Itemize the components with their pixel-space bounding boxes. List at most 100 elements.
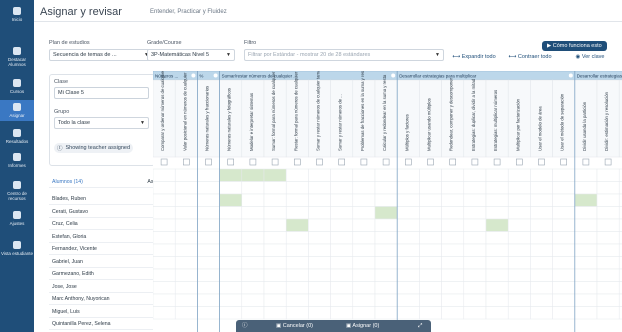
grid-cell[interactable]	[374, 293, 398, 307]
sidebar-item-7[interactable]: Ajustes	[0, 208, 34, 229]
grid-cell[interactable]	[308, 306, 331, 320]
grid-cell[interactable]	[263, 256, 287, 270]
grid-cell[interactable]	[330, 281, 354, 295]
grid-cell[interactable]	[463, 218, 487, 232]
column-checkbox[interactable]	[493, 158, 501, 166]
grid-cell[interactable]	[596, 193, 620, 207]
column-checkbox[interactable]	[205, 158, 212, 166]
grid-cell[interactable]	[507, 243, 531, 257]
column-checkbox[interactable]	[160, 158, 168, 166]
column-checkbox[interactable]	[294, 158, 301, 166]
column-checkbox[interactable]	[249, 158, 257, 166]
grid-cell[interactable]	[174, 193, 198, 207]
grid-cell[interactable]	[374, 268, 398, 282]
grid-cell[interactable]	[530, 206, 553, 220]
grid-cell[interactable]	[219, 193, 243, 207]
grid-cell[interactable]	[352, 293, 376, 307]
grade-select[interactable]: 3P-Matemáticas Nivel 5 ▼	[147, 49, 235, 61]
grid-cell[interactable]	[507, 268, 531, 282]
grid-cell[interactable]	[441, 218, 465, 232]
grid-cell[interactable]	[419, 206, 442, 220]
grid-cell[interactable]	[308, 281, 331, 295]
grid-cell[interactable]	[441, 193, 465, 207]
grid-cell[interactable]	[574, 256, 598, 270]
grid-cell[interactable]	[308, 231, 331, 245]
grid-cell[interactable]	[441, 168, 465, 182]
grid-cell[interactable]	[308, 218, 331, 232]
grid-cell[interactable]	[352, 281, 376, 295]
grid-cell[interactable]	[153, 231, 176, 245]
grid-cell[interactable]	[441, 231, 465, 245]
grid-cell[interactable]	[507, 206, 531, 220]
teacher-assigned-toggle[interactable]: ⓣ Showing teacher assigned	[54, 143, 134, 153]
expand-icon[interactable]	[568, 73, 573, 78]
grid-cell[interactable]	[174, 268, 198, 282]
grid-cell[interactable]	[463, 256, 487, 270]
grid-cell[interactable]	[507, 231, 531, 245]
sidebar-item-4[interactable]: Resultados	[0, 126, 34, 147]
grid-cell[interactable]	[330, 231, 354, 245]
grid-cell[interactable]	[574, 293, 598, 307]
cancel-button[interactable]: ▣ Cancelar (0)	[276, 320, 313, 332]
grid-cell[interactable]	[263, 206, 287, 220]
grid-cell[interactable]	[463, 231, 487, 245]
grid-cell[interactable]	[396, 281, 420, 295]
grid-cell[interactable]	[552, 206, 576, 220]
grid-cell[interactable]	[197, 218, 220, 232]
grid-cell[interactable]	[285, 218, 309, 232]
expand-all-button[interactable]: ⟷ Expandir todo	[448, 54, 500, 60]
column-checkbox[interactable]	[427, 158, 434, 166]
grid-cell[interactable]	[352, 256, 376, 270]
grid-cell[interactable]	[352, 218, 376, 232]
grid-cell[interactable]	[574, 181, 598, 195]
grid-cell[interactable]	[574, 243, 598, 257]
grid-cell[interactable]	[441, 281, 465, 295]
grid-cell[interactable]	[285, 206, 309, 220]
grid-cell[interactable]	[485, 243, 509, 257]
expand-panel-icon[interactable]: ⤢	[418, 320, 422, 332]
column-checkbox[interactable]	[316, 158, 323, 166]
grid-cell[interactable]	[419, 306, 442, 320]
grid-cell[interactable]	[241, 281, 265, 295]
grid-cell[interactable]	[263, 281, 287, 295]
grid-cell[interactable]	[574, 306, 598, 320]
grid-cell[interactable]	[530, 293, 553, 307]
column-checkbox[interactable]	[560, 158, 568, 166]
column-checkbox[interactable]	[471, 158, 479, 166]
grid-cell[interactable]	[330, 306, 354, 320]
grid-cell[interactable]	[530, 181, 553, 195]
column-checkbox[interactable]	[405, 158, 412, 166]
grid-cell[interactable]	[374, 193, 398, 207]
grid-cell[interactable]	[197, 268, 220, 282]
grid-cell[interactable]	[219, 306, 243, 320]
grid-cell[interactable]	[596, 306, 620, 320]
grid-cell[interactable]	[241, 218, 265, 232]
grid-cell[interactable]	[285, 243, 309, 257]
grid-cell[interactable]	[197, 281, 220, 295]
sidebar-item-0[interactable]: Inicio	[0, 4, 34, 25]
grid-cell[interactable]	[530, 218, 553, 232]
grid-cell[interactable]	[330, 268, 354, 282]
grid-cell[interactable]	[153, 281, 176, 295]
grid-cell[interactable]	[263, 218, 287, 232]
grid-cell[interactable]	[285, 281, 309, 295]
grid-cell[interactable]	[263, 231, 287, 245]
grid-cell[interactable]	[263, 181, 287, 195]
grid-cell[interactable]	[174, 218, 198, 232]
grid-cell[interactable]	[241, 256, 265, 270]
column-checkbox[interactable]	[538, 158, 545, 166]
grid-cell[interactable]	[285, 181, 309, 195]
grid-cell[interactable]	[153, 306, 176, 320]
expand-icon[interactable]	[213, 73, 218, 78]
grid-cell[interactable]	[197, 256, 220, 270]
grid-cell[interactable]	[241, 181, 265, 195]
grid-cell[interactable]	[374, 218, 398, 232]
grid-cell[interactable]	[396, 168, 420, 182]
grid-cell[interactable]	[485, 181, 509, 195]
grid-cell[interactable]	[396, 181, 420, 195]
group-select[interactable]: Todo la clase ▼	[54, 117, 149, 129]
grid-cell[interactable]	[441, 181, 465, 195]
grid-cell[interactable]	[285, 168, 309, 182]
grid-cell[interactable]	[174, 206, 198, 220]
grid-cell[interactable]	[441, 243, 465, 257]
